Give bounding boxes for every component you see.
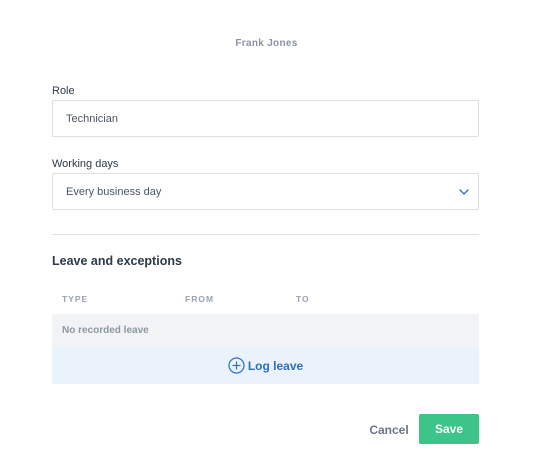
empty-leave-text: No recorded leave bbox=[62, 325, 149, 336]
working-days-value: Every business day bbox=[66, 186, 162, 198]
section-divider bbox=[52, 234, 479, 235]
save-button[interactable]: Save bbox=[419, 414, 479, 444]
role-input[interactable] bbox=[52, 100, 479, 137]
employee-name: Frank Jones bbox=[235, 38, 298, 49]
plus-circle-icon bbox=[228, 357, 245, 374]
working-days-select[interactable]: Every business day bbox=[52, 173, 479, 210]
role-label: Role bbox=[52, 85, 75, 97]
leave-table-header: TYPE FROM TO bbox=[52, 286, 479, 314]
leave-section-title: Leave and exceptions bbox=[52, 254, 182, 268]
working-days-label: Working days bbox=[52, 158, 119, 170]
column-header-to: TO bbox=[296, 294, 310, 304]
empty-leave-row: No recorded leave bbox=[52, 314, 479, 347]
column-header-type: TYPE bbox=[62, 294, 89, 304]
log-leave-label: Log leave bbox=[247, 358, 304, 373]
chevron-down-icon bbox=[459, 189, 469, 195]
leave-table: TYPE FROM TO No recorded leave Log leave bbox=[52, 286, 479, 384]
cancel-button[interactable]: Cancel bbox=[365, 418, 413, 442]
column-header-from: FROM bbox=[185, 294, 215, 304]
log-leave-button[interactable]: Log leave bbox=[52, 347, 479, 384]
